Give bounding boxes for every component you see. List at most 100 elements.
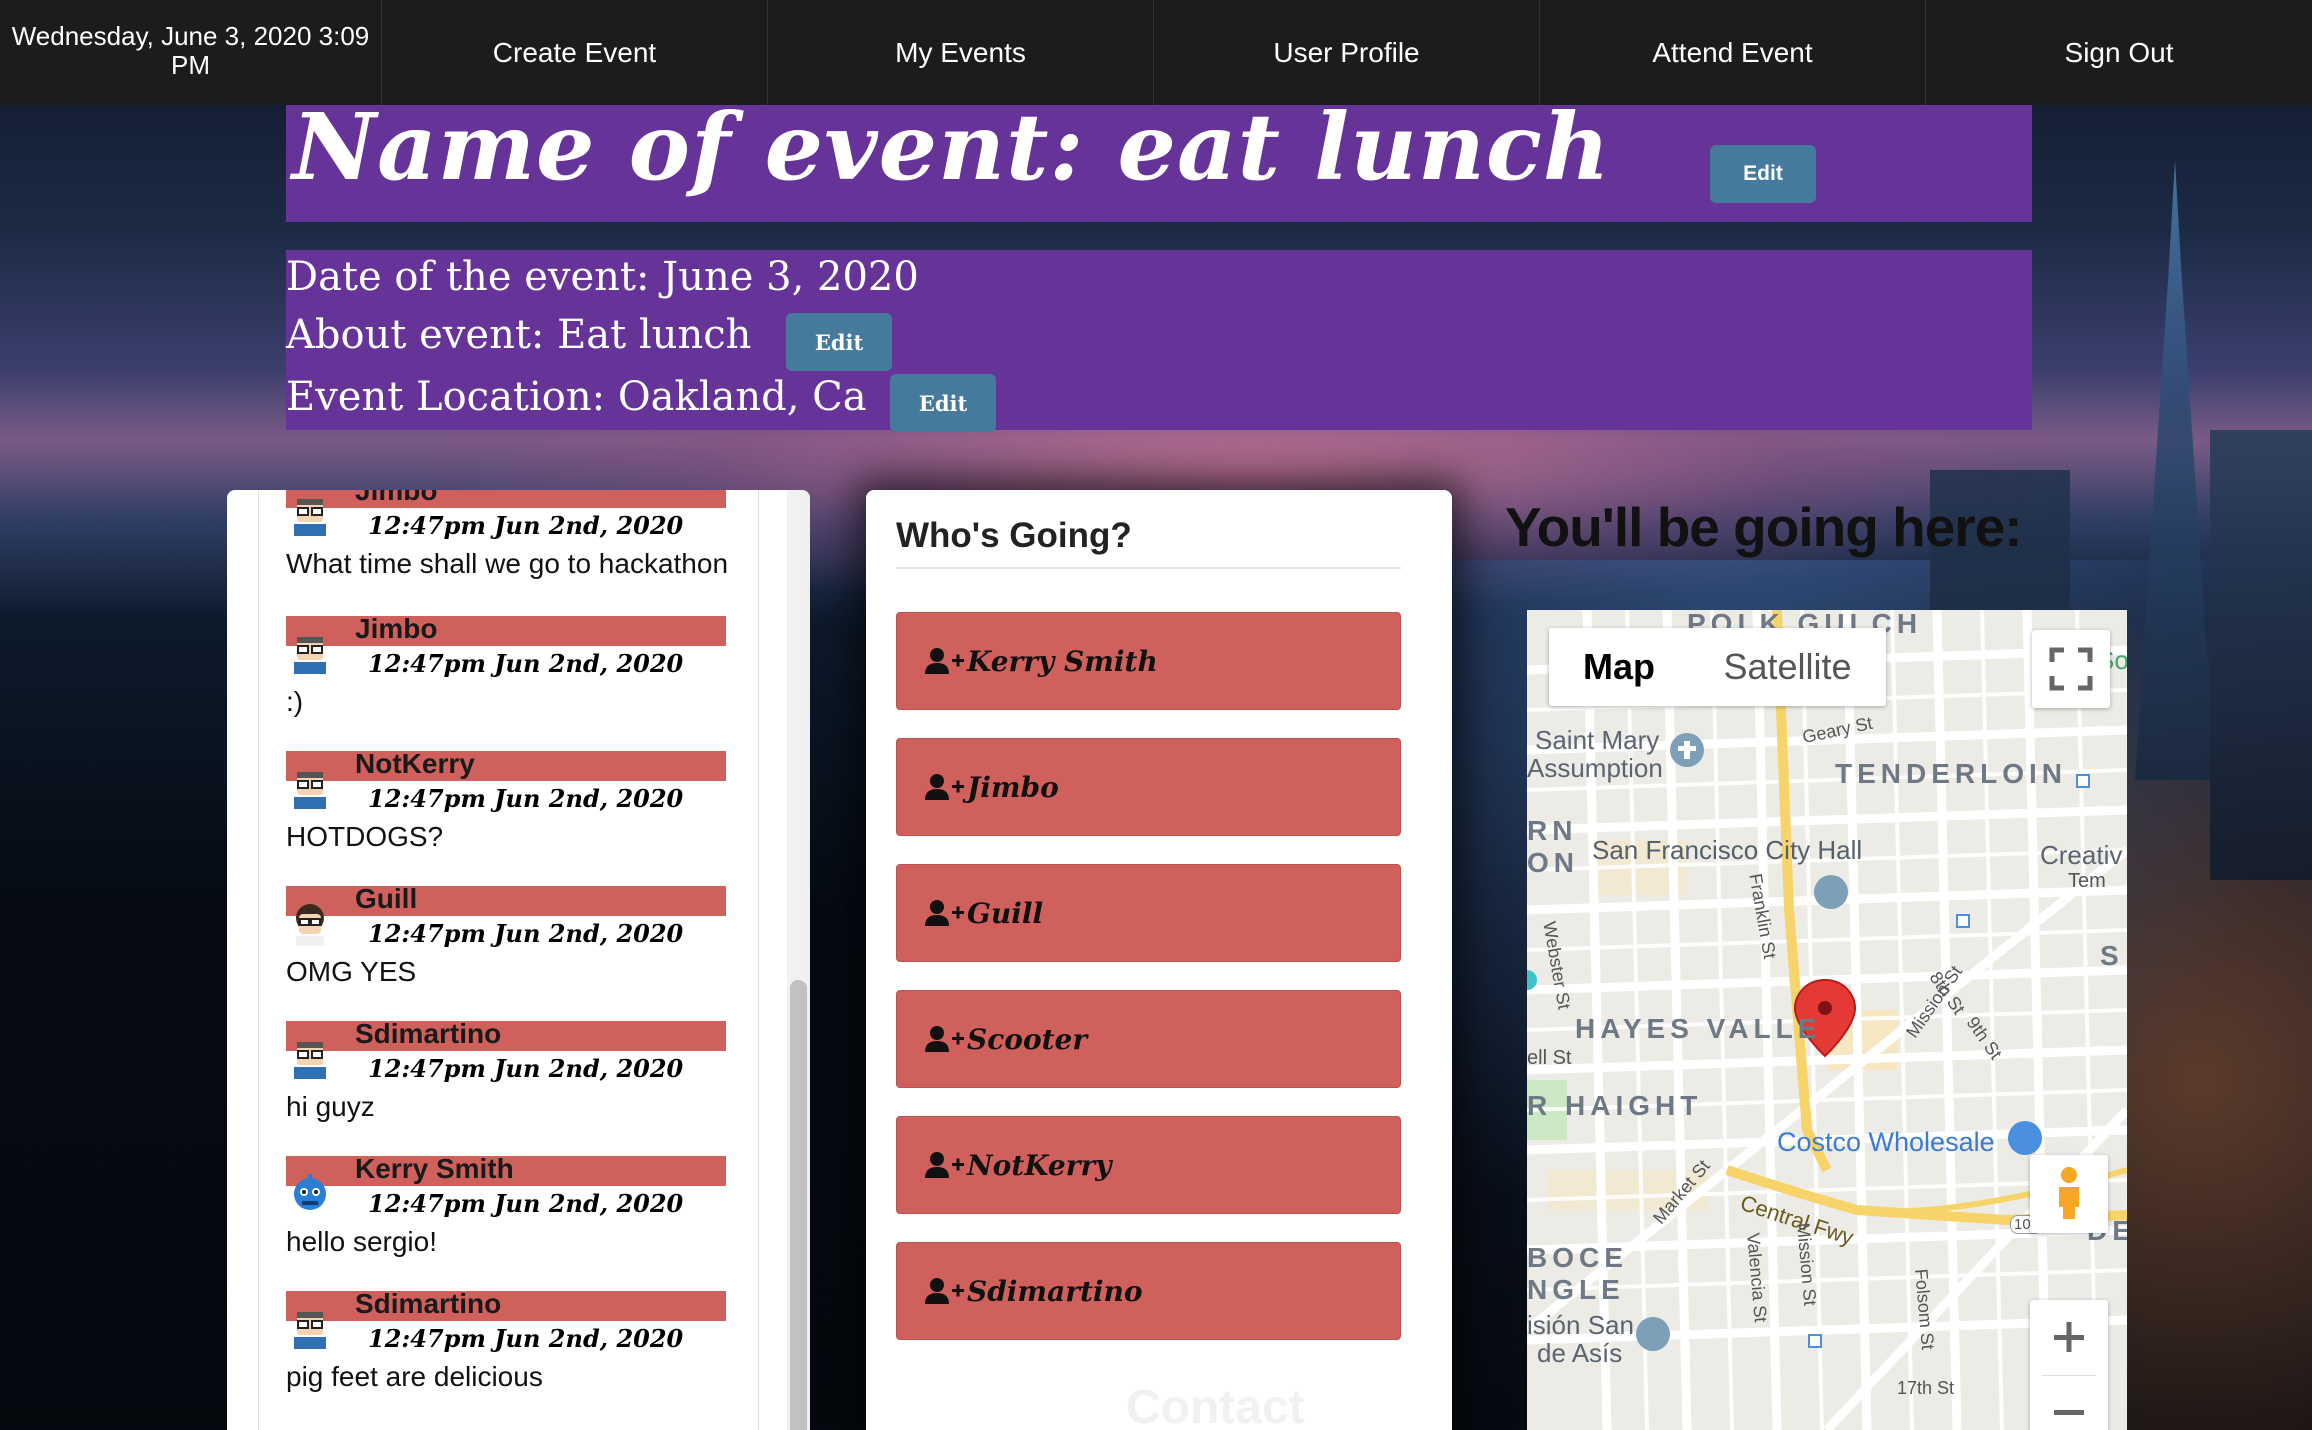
location-map[interactable]: POLK GULCH Saint Mary Assumption Geary S… <box>1527 610 2127 1430</box>
attendee-name: Sdimartino <box>967 1274 1143 1308</box>
chat-message-name-bar <box>286 616 726 646</box>
nav-sign-out[interactable]: Sign Out <box>1926 0 2312 105</box>
edit-title-button[interactable]: Edit <box>1710 145 1816 203</box>
zoom-controls <box>2030 1300 2108 1430</box>
map-label-haight: R HAIGHT <box>1527 1090 1703 1121</box>
chat-message-name-bar <box>286 1291 726 1321</box>
map-label-assumption: Assumption <box>1527 753 1663 783</box>
chat-text: hi guyz <box>286 1091 375 1122</box>
attendee-button[interactable]: Kerry Smith <box>896 612 1401 710</box>
user-plus-icon <box>925 1278 964 1304</box>
chat-message: Guill 12:47pm Jun 2nd, 2020 OMG YES <box>227 883 747 1018</box>
chat-message-name-bar <box>286 490 726 508</box>
attendees-title: Who's Going? <box>896 516 1132 555</box>
chat-message: Kerry Smith 12:47pm Jun 2nd, 2020 hello … <box>227 1153 747 1288</box>
chat-text: pig feet are delicious <box>286 1361 543 1392</box>
attendees-divider <box>896 567 1401 569</box>
user-plus-icon <box>925 1152 964 1178</box>
edit-location-button[interactable]: Edit <box>890 374 996 432</box>
chat-message: Jimbo 12:47pm Jun 2nd, 2020 :) <box>227 613 747 748</box>
attendee-name: Guill <box>967 896 1044 930</box>
nav-create-event[interactable]: Create Event <box>382 0 768 105</box>
map-heading: You'll be going here: <box>1505 496 2023 558</box>
map-label-de-asis: de Asís <box>1537 1338 1623 1368</box>
fullscreen-button[interactable] <box>2032 630 2110 708</box>
chat-message: Jimbo 12:47pm Jun 2nd, 2020 What time sh… <box>227 490 747 610</box>
chat-text: What time shall we go to hackathon <box>286 548 729 579</box>
chat-author: Jimbo <box>355 490 438 506</box>
attendee-button[interactable]: Sdimartino <box>896 1242 1401 1340</box>
glasses-avatar-icon <box>294 1312 326 1349</box>
chat-text: OMG YES <box>286 956 417 987</box>
map-label-17th: 17th St <box>1897 1378 1955 1398</box>
map-type-satellite-button[interactable]: Satellite <box>1689 628 1886 706</box>
chat-timestamp: 12:47pm Jun 2nd, 2020 <box>368 784 684 813</box>
event-title: Name of event: eat lunch <box>292 93 1611 201</box>
attendee-name: Jimbo <box>967 770 1059 804</box>
nav-datetime: Wednesday, June 3, 2020 3:09 PM <box>0 0 382 105</box>
zoom-out-icon[interactable] <box>2030 1375 2108 1430</box>
attendee-name: Kerry Smith <box>967 644 1158 678</box>
map-label-tenderloin: TENDERLOIN <box>1835 758 2067 789</box>
chat-author: Kerry Smith <box>355 1153 514 1184</box>
contact-ghost-text: Contact <box>1126 1381 1305 1430</box>
chat-scrollbar-thumb[interactable] <box>790 980 807 1430</box>
map-label-hayes-valley: HAYES VALLE <box>1575 1013 1822 1044</box>
attendee-button[interactable]: Jimbo <box>896 738 1401 836</box>
user-plus-icon <box>925 900 964 926</box>
user-plus-icon <box>925 648 964 674</box>
event-about: About event: Eat lunch <box>286 312 752 358</box>
map-type-map-button[interactable]: Map <box>1549 628 1689 706</box>
map-label-costco: Costco Wholesale <box>1777 1127 1995 1157</box>
chat-text: :) <box>286 686 304 717</box>
map-type-toggle: Map Satellite <box>1549 628 1886 706</box>
attendee-button[interactable]: NotKerry <box>896 1116 1401 1214</box>
chat-author: Sdimartino <box>355 1018 502 1049</box>
top-navbar: Wednesday, June 3, 2020 3:09 PM Create E… <box>0 0 2312 105</box>
chat-timestamp: 12:47pm Jun 2nd, 2020 <box>368 649 684 678</box>
nav-user-profile[interactable]: User Profile <box>1154 0 1540 105</box>
attendee-button[interactable]: Guill <box>896 864 1401 962</box>
map-label-boce: BOCE <box>1527 1242 1628 1273</box>
chat-panel[interactable]: Jimbo 12:47pm Jun 2nd, 2020 What time sh… <box>227 490 810 1430</box>
chat-timestamp: 12:47pm Jun 2nd, 2020 <box>368 1054 684 1083</box>
chat-timestamp: 12:47pm Jun 2nd, 2020 <box>368 919 684 948</box>
chat-timestamp: 12:47pm Jun 2nd, 2020 <box>368 1324 684 1353</box>
attendees-panel: Who's Going? Kerry Smith Jimbo Guill Sco… <box>866 490 1452 1430</box>
nav-attend-event[interactable]: Attend Event <box>1540 0 1926 105</box>
chat-divider <box>758 490 759 1430</box>
map-label-tem: Tem <box>2068 870 2106 892</box>
attendee-button[interactable]: Scooter <box>896 990 1401 1088</box>
map-label-ell: ell St <box>1527 1047 1572 1069</box>
zoom-in-icon[interactable] <box>2030 1300 2108 1375</box>
event-date: Date of the event: June 3, 2020 <box>286 254 919 300</box>
map-label-angle: NGLE <box>1527 1274 1625 1305</box>
map-label-creative: Creativ <box>2040 840 2123 870</box>
map-label-saint-mary: Saint Mary <box>1535 725 1660 755</box>
map-label-rn: RN <box>1527 815 1578 846</box>
glasses-avatar-icon <box>294 1042 326 1079</box>
pegman-icon <box>2059 1167 2079 1219</box>
attendee-name: NotKerry <box>967 1148 1112 1182</box>
chat-timestamp: 12:47pm Jun 2nd, 2020 <box>368 1189 684 1218</box>
event-info-band: Date of the event: June 3, 2020 About ev… <box>286 250 2032 432</box>
nav-my-events[interactable]: My Events <box>768 0 1154 105</box>
edit-about-button[interactable]: Edit <box>786 313 892 371</box>
glasses-avatar-icon <box>294 499 326 536</box>
chat-text: hello sergio! <box>286 1226 437 1257</box>
chat-message: Sdimartino 12:47pm Jun 2nd, 2020 pig fee… <box>227 1288 747 1423</box>
chat-author: Sdimartino <box>355 1288 502 1319</box>
chat-author: Guill <box>355 883 418 914</box>
chat-author: Jimbo <box>355 613 438 644</box>
map-label-s-edge: S <box>2100 940 2124 971</box>
chat-text: HOTDOGS? <box>286 821 444 852</box>
map-label-mision: isión San <box>1527 1310 1634 1340</box>
event-location: Event Location: Oakland, Ca <box>286 374 867 420</box>
background-tower <box>2135 160 2215 780</box>
street-view-pegman-button[interactable] <box>2030 1155 2108 1233</box>
chat-message: Sdimartino 12:47pm Jun 2nd, 2020 hi guyz <box>227 1018 747 1153</box>
chat-message: NotKerry 12:47pm Jun 2nd, 2020 HOTDOGS? <box>227 748 747 883</box>
chat-message-name-bar <box>286 751 726 781</box>
user-plus-icon <box>925 1026 964 1052</box>
map-label-city-hall: San Francisco City Hall <box>1592 835 1863 865</box>
